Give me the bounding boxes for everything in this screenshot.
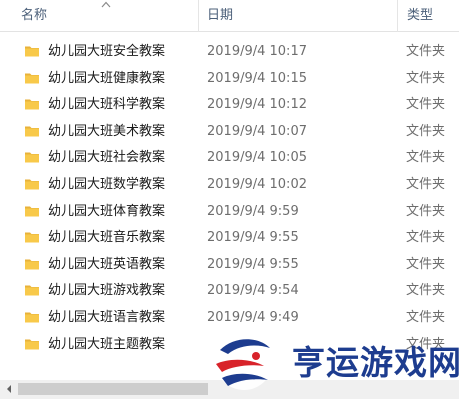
watermark: 亨运游戏网	[206, 330, 459, 392]
column-header-date-label: 日期	[207, 8, 234, 23]
column-header-date[interactable]: 日期	[199, 0, 397, 32]
file-date: 2019/9/4 9:54	[207, 283, 299, 299]
file-name[interactable]: 幼儿园大班安全教案	[48, 39, 165, 65]
file-date: 2019/9/4 9:55	[207, 230, 299, 246]
scrollbar-thumb[interactable]	[18, 383, 208, 395]
file-name[interactable]: 幼儿园大班音乐教案	[48, 225, 165, 251]
file-date: 2019/9/4 9:55	[207, 256, 299, 272]
file-date: 2019/9/4 10:17	[207, 44, 307, 59]
file-date: 2019/9/4 10:15	[207, 70, 307, 86]
file-row[interactable]: 幼儿园大班语言教案 2019/9/4 9:49 文件夹	[0, 305, 459, 332]
column-header-name-label: 名称	[21, 8, 48, 23]
file-row[interactable]: 幼儿园大班科学教案 2019/9/4 10:12 文件夹	[0, 92, 459, 119]
file-type: 文件夹	[406, 44, 446, 59]
file-name[interactable]: 幼儿园大班主题教案	[48, 332, 165, 358]
file-date: 2019/9/4 9:49	[207, 310, 299, 325]
file-name[interactable]: 幼儿园大班游戏教案	[48, 278, 165, 304]
file-row[interactable]: 幼儿园大班美术教案 2019/9/4 10:07 文件夹	[0, 119, 459, 146]
file-type: 文件夹	[406, 177, 446, 192]
file-date: 2019/9/4 10:07	[207, 123, 307, 139]
folder-icon	[25, 259, 39, 270]
file-date: 2019/9/4 9:59	[207, 203, 299, 219]
file-type: 文件夹	[406, 97, 446, 113]
file-name[interactable]: 幼儿园大班英语教案	[48, 252, 165, 278]
file-name[interactable]: 幼儿园大班健康教案	[48, 66, 165, 92]
file-row[interactable]: 幼儿园大班游戏教案 2019/9/4 9:54 文件夹	[0, 278, 459, 305]
file-type: 文件夹	[406, 283, 446, 299]
folder-icon	[25, 126, 39, 137]
file-row[interactable]: 幼儿园大班英语教案 2019/9/4 9:55 文件夹	[0, 252, 459, 279]
file-type: 文件夹	[406, 256, 446, 272]
folder-icon	[25, 179, 39, 190]
file-date: 2019/9/4 10:02	[207, 177, 307, 192]
file-row[interactable]: 幼儿园大班体育教案 2019/9/4 9:59 文件夹	[0, 199, 459, 226]
file-type: 文件夹	[406, 123, 446, 139]
folder-icon	[25, 339, 39, 350]
file-row[interactable]: 幼儿园大班健康教案 2019/9/4 10:15 文件夹	[0, 66, 459, 93]
column-header-type[interactable]: 类型	[398, 0, 459, 32]
folder-icon	[25, 152, 39, 163]
file-row[interactable]: 幼儿园大班安全教案 2019/9/4 10:17 文件夹	[0, 39, 459, 66]
file-type: 文件夹	[406, 150, 446, 166]
file-name[interactable]: 幼儿园大班体育教案	[48, 199, 165, 225]
folder-icon	[25, 73, 39, 84]
folder-icon	[25, 285, 39, 296]
chevron-left-icon[interactable]	[4, 383, 14, 395]
watermark-text: 亨运游戏网	[292, 343, 459, 382]
column-header-name[interactable]: 名称	[0, 0, 198, 32]
file-type: 文件夹	[406, 310, 446, 325]
file-name[interactable]: 幼儿园大班语言教案	[48, 305, 165, 331]
file-row[interactable]: 幼儿园大班音乐教案 2019/9/4 9:55 文件夹	[0, 225, 459, 252]
file-name[interactable]: 幼儿园大班社会教案	[48, 145, 165, 171]
file-type: 文件夹	[406, 70, 446, 86]
file-type: 文件夹	[406, 203, 446, 219]
file-row[interactable]: 幼儿园大班数学教案 2019/9/4 10:02 文件夹	[0, 172, 459, 199]
file-name[interactable]: 幼儿园大班科学教案	[48, 92, 165, 118]
folder-icon	[25, 312, 39, 323]
folder-icon	[25, 99, 39, 110]
file-name[interactable]: 幼儿园大班数学教案	[48, 172, 165, 198]
folder-icon	[25, 46, 39, 57]
column-header-bar: 名称 日期 类型	[0, 0, 459, 32]
file-name[interactable]: 幼儿园大班美术教案	[48, 119, 165, 145]
folder-icon	[25, 206, 39, 217]
file-date: 2019/9/4 10:05	[207, 150, 307, 166]
watermark-logo	[215, 332, 273, 390]
file-date: 2019/9/4 10:12	[207, 97, 307, 113]
file-row[interactable]: 幼儿园大班社会教案 2019/9/4 10:05 文件夹	[0, 145, 459, 172]
folder-icon	[25, 232, 39, 243]
column-header-type-label: 类型	[407, 8, 434, 23]
file-type: 文件夹	[406, 230, 446, 246]
sort-ascending-icon	[101, 1, 111, 8]
